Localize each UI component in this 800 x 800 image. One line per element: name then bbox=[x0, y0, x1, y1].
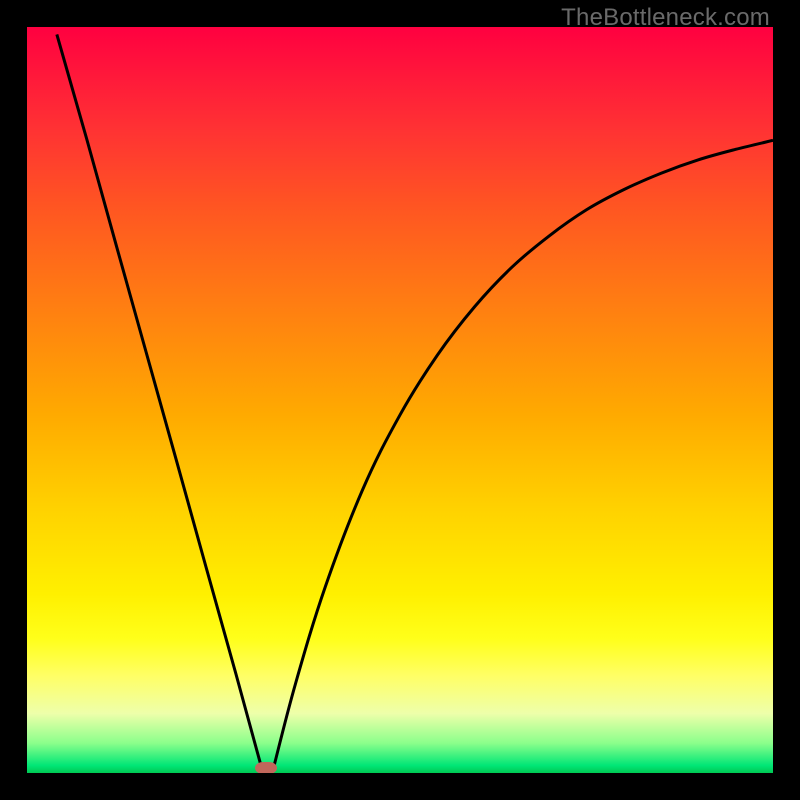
minimum-marker bbox=[255, 762, 277, 773]
plot-area bbox=[27, 27, 773, 773]
curve-path bbox=[57, 34, 773, 769]
watermark-text: TheBottleneck.com bbox=[561, 4, 770, 32]
curve-svg bbox=[27, 27, 773, 773]
chart-frame bbox=[0, 0, 800, 800]
